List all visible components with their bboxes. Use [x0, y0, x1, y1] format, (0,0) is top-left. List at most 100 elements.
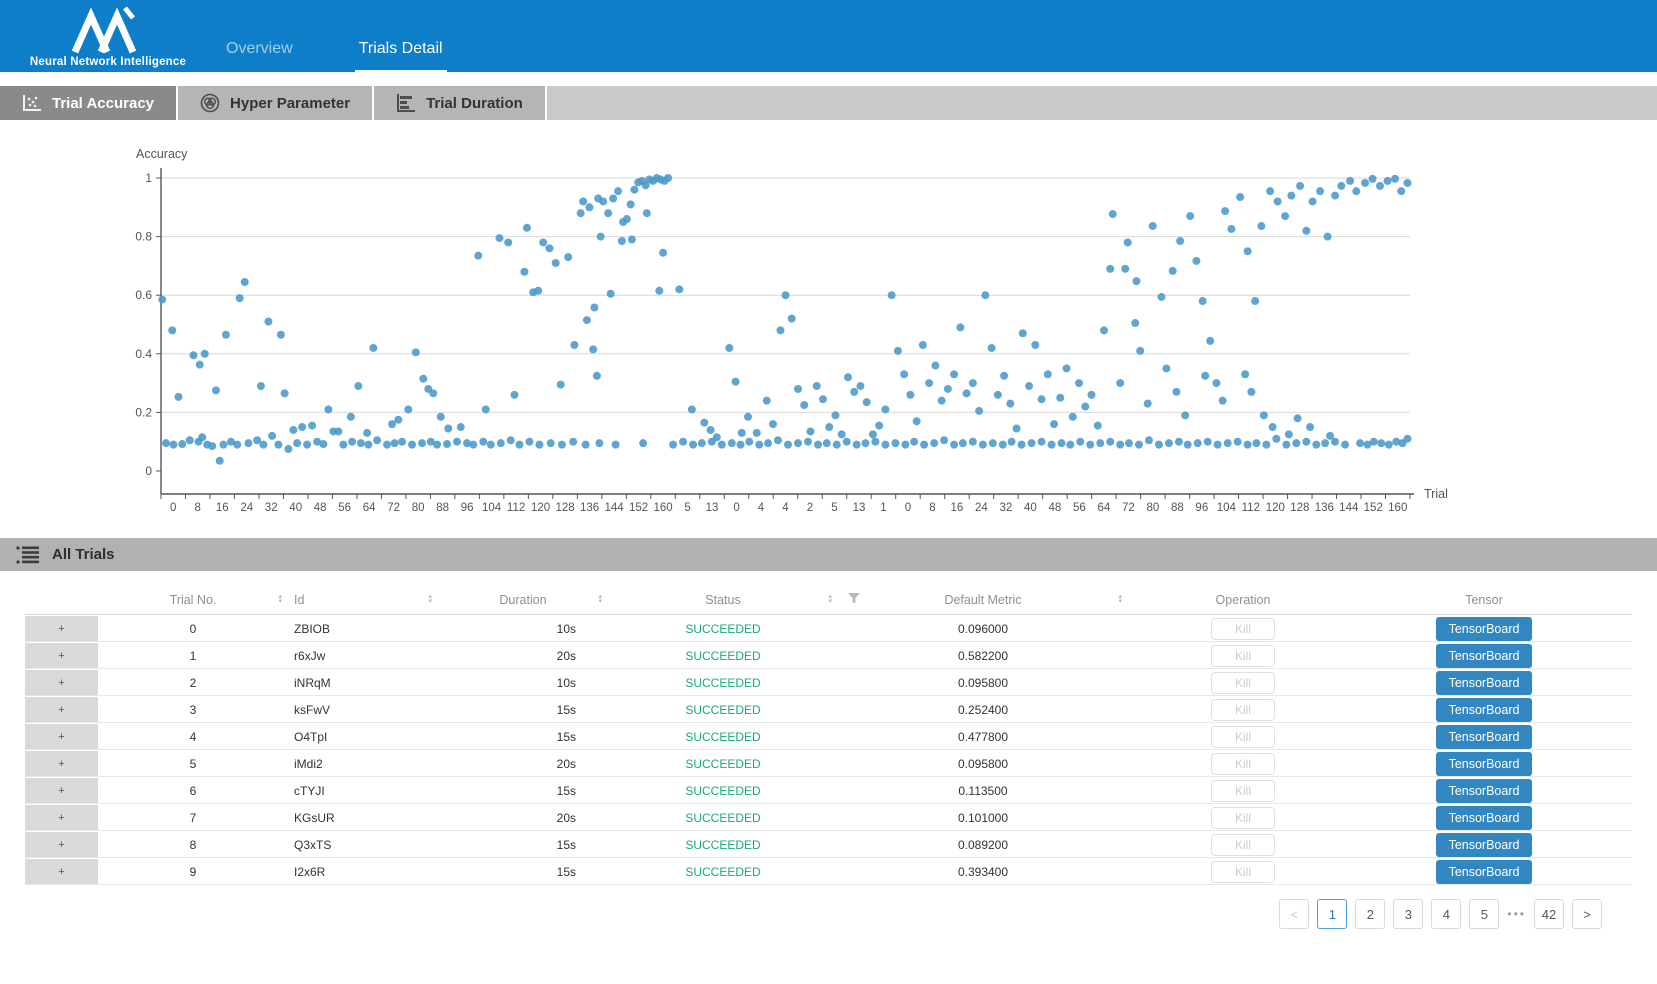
expand-row-button[interactable]: + [25, 751, 98, 776]
tensorboard-button[interactable]: TensorBoard [1436, 725, 1532, 749]
scatter-point [1361, 179, 1369, 187]
scatter-point [523, 224, 531, 232]
subtab-hyper-parameter[interactable]: Hyper Parameter [178, 86, 374, 120]
kill-button[interactable]: Kill [1211, 672, 1275, 694]
trial-no-cell: 8 [98, 838, 288, 852]
kill-button[interactable]: Kill [1211, 753, 1275, 775]
x-tick-label: 128 [1290, 502, 1309, 514]
scatter-point [863, 398, 871, 406]
kill-button[interactable]: Kill [1211, 726, 1275, 748]
sort-icon[interactable]: ▴▾ [278, 595, 282, 605]
column-header-id[interactable]: Id▴▾ [288, 593, 438, 607]
page-button-3[interactable]: 3 [1393, 899, 1423, 929]
scatter-point [607, 290, 615, 298]
column-header-status[interactable]: Status▴▾ [608, 593, 838, 607]
subtab-trial-duration[interactable]: Trial Duration [374, 86, 547, 120]
operation-cell: Kill [1128, 861, 1358, 883]
tensorboard-button[interactable]: TensorBoard [1436, 860, 1532, 884]
scatter-point [881, 441, 889, 449]
scatter-point [1274, 197, 1282, 205]
tensorboard-button[interactable]: TensorBoard [1436, 617, 1532, 641]
tensorboard-button[interactable]: TensorBoard [1436, 806, 1532, 830]
expand-row-button[interactable]: + [25, 805, 98, 830]
scatter-point [497, 439, 505, 447]
scatter-point [404, 405, 412, 413]
tensorboard-button[interactable]: TensorBoard [1436, 671, 1532, 695]
tensorboard-button[interactable]: TensorBoard [1436, 752, 1532, 776]
page-button-42[interactable]: 42 [1534, 899, 1564, 929]
scatter-point [1124, 238, 1132, 246]
tab-trials-detail[interactable]: Trials Detail [355, 40, 447, 72]
page-button-4[interactable]: 4 [1431, 899, 1461, 929]
column-header-trial-no-[interactable]: Trial No.▴▾ [98, 593, 288, 607]
tensor-cell: TensorBoard [1358, 725, 1610, 749]
scatter-point [178, 440, 186, 448]
sort-icon[interactable]: ▴▾ [598, 595, 602, 605]
scatter-point [418, 439, 426, 447]
x-tick-label: 4 [782, 502, 789, 514]
tensorboard-button[interactable]: TensorBoard [1436, 779, 1532, 803]
duration-cell: 15s [438, 865, 608, 879]
scatter-point [1201, 372, 1209, 380]
scatter-point [1135, 441, 1143, 449]
x-tick-label: 64 [363, 502, 376, 514]
page-ellipsis[interactable]: ••• [1507, 907, 1526, 921]
scatter-point [931, 362, 939, 370]
page-button-5[interactable]: 5 [1469, 899, 1499, 929]
x-tick-label: 104 [1217, 502, 1237, 514]
x-tick-label: 32 [265, 502, 278, 514]
sort-icon[interactable]: ▴▾ [828, 595, 832, 605]
scatter-point [1204, 438, 1212, 446]
trial-no-cell: 9 [98, 865, 288, 879]
kill-button[interactable]: Kill [1211, 699, 1275, 721]
column-header-tensor: Tensor [1358, 593, 1610, 607]
x-tick-label: 160 [1388, 502, 1407, 514]
scatter-point [1194, 439, 1202, 447]
x-tick-label: 13 [706, 502, 719, 514]
scatter-point [201, 350, 209, 358]
page-prev-button[interactable]: < [1279, 899, 1309, 929]
page-next-button[interactable]: > [1572, 899, 1602, 929]
scatter-point [1294, 414, 1302, 422]
x-tick-label: 136 [1315, 502, 1334, 514]
sort-icon[interactable]: ▴▾ [428, 595, 432, 605]
tensorboard-button[interactable]: TensorBoard [1436, 644, 1532, 668]
tab-overview[interactable]: Overview [222, 40, 297, 72]
scatter-point [843, 438, 851, 446]
expand-row-button[interactable]: + [25, 724, 98, 749]
duration-cell: 10s [438, 676, 608, 690]
expand-row-button[interactable]: + [25, 778, 98, 803]
kill-button[interactable]: Kill [1211, 618, 1275, 640]
tensorboard-button[interactable]: TensorBoard [1436, 698, 1532, 722]
kill-button[interactable]: Kill [1211, 645, 1275, 667]
expand-row-button[interactable]: + [25, 832, 98, 857]
kill-button[interactable]: Kill [1211, 780, 1275, 802]
column-header-default-metric[interactable]: Default Metric▴▾ [838, 593, 1128, 607]
operation-cell: Kill [1128, 753, 1358, 775]
tensorboard-button[interactable]: TensorBoard [1436, 833, 1532, 857]
page-button-1[interactable]: 1 [1317, 899, 1347, 929]
tensor-cell: TensorBoard [1358, 671, 1610, 695]
scatter-point [198, 433, 206, 441]
x-tick-label: 2 [807, 502, 813, 514]
kill-button[interactable]: Kill [1211, 834, 1275, 856]
scatter-point [823, 439, 831, 447]
scatter-point [618, 237, 626, 245]
kill-button[interactable]: Kill [1211, 807, 1275, 829]
scatter-point [1165, 439, 1173, 447]
expand-row-button[interactable]: + [25, 697, 98, 722]
expand-row-button[interactable]: + [25, 670, 98, 695]
subtab-trial-accuracy[interactable]: Trial Accuracy [0, 86, 178, 120]
scatter-point [981, 291, 989, 299]
expand-row-button[interactable]: + [25, 616, 98, 641]
expand-row-button[interactable]: + [25, 643, 98, 668]
page-button-2[interactable]: 2 [1355, 899, 1385, 929]
scatter-point [659, 249, 667, 257]
sort-icon[interactable]: ▴▾ [1118, 595, 1122, 605]
expand-row-button[interactable]: + [25, 859, 98, 884]
scatter-point [969, 379, 977, 387]
scatter-point [577, 209, 585, 217]
column-header-duration[interactable]: Duration▴▾ [438, 593, 608, 607]
kill-button[interactable]: Kill [1211, 861, 1275, 883]
scatter-point [1302, 227, 1310, 235]
